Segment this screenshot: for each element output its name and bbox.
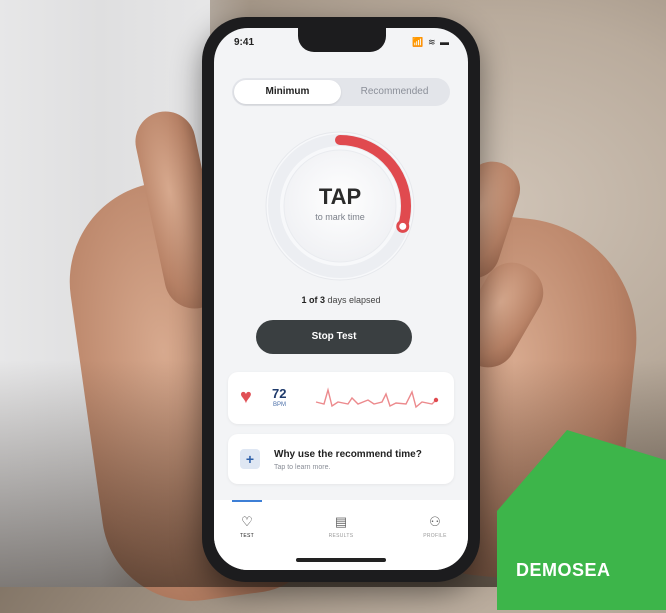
- heart-rate-card[interactable]: ♥ 72 BPM: [228, 372, 454, 424]
- elapsed-suffix: days elapsed: [327, 295, 381, 305]
- days-elapsed-text: 1 of 3 days elapsed: [214, 295, 468, 305]
- bpm-value: 72: [272, 386, 287, 401]
- watermark-text: DEMOSEA: [516, 560, 611, 580]
- tab-results[interactable]: ▤ RESULTS: [311, 514, 371, 539]
- plus-icon: +: [240, 449, 260, 469]
- stop-test-button[interactable]: Stop Test: [256, 320, 412, 354]
- phone-screen: 9:41 📶 ≋ ▬ Minimum Recommended TAP to ma…: [214, 28, 468, 570]
- dial-knob: [396, 219, 410, 233]
- heart-outline-icon: ♡: [241, 514, 253, 529]
- tab-profile[interactable]: ⚇ PROFILE: [405, 514, 465, 539]
- info-card[interactable]: + Why use the recommend time? Tap to lea…: [228, 434, 454, 484]
- info-subtitle: Tap to learn more.: [274, 464, 331, 471]
- tab-results-label: RESULTS: [328, 533, 354, 539]
- elapsed-current: 1: [301, 295, 307, 305]
- info-title: Why use the recommend time?: [274, 449, 422, 460]
- dial-title: TAP: [318, 184, 362, 209]
- segment-minimum[interactable]: Minimum: [234, 80, 341, 104]
- elapsed-total: 3: [319, 295, 325, 305]
- segment-recommended[interactable]: Recommended: [341, 80, 448, 104]
- ecg-waveform: [315, 387, 439, 409]
- clipboard-icon: ▤: [334, 514, 348, 529]
- tap-dial[interactable]: TAP to mark time: [260, 126, 420, 286]
- home-indicator: [296, 558, 386, 562]
- phone-notch: [298, 28, 386, 52]
- active-tab-indicator: [232, 500, 262, 502]
- person-icon: ⚇: [429, 514, 441, 529]
- tab-test[interactable]: ♡ TEST: [217, 514, 277, 539]
- tab-profile-label: PROFILE: [423, 533, 447, 539]
- status-icons: 📶 ≋ ▬: [412, 37, 450, 47]
- elapsed-of: of: [308, 295, 318, 305]
- dial-subtitle: to mark time: [315, 212, 365, 222]
- heart-icon: ♥: [240, 386, 252, 408]
- tab-test-label: TEST: [240, 533, 254, 539]
- bpm-unit: BPM: [273, 402, 287, 408]
- duration-segmented-control: Minimum Recommended: [232, 78, 450, 106]
- status-time: 9:41: [234, 37, 255, 48]
